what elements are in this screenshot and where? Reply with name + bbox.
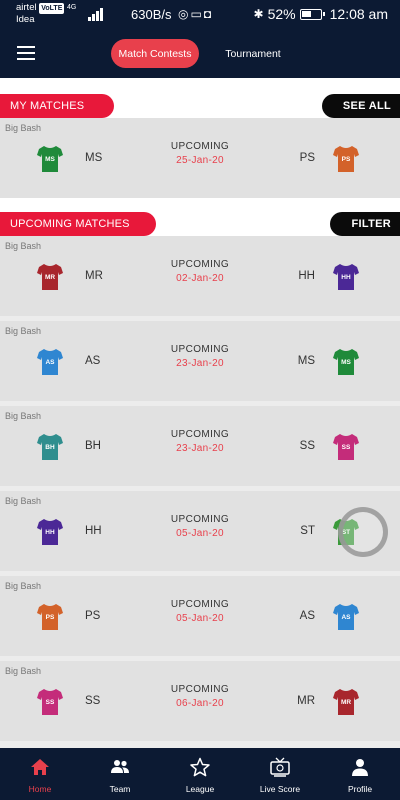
filter-button[interactable]: FILTER [330,212,400,236]
team2-name: MS [297,355,315,367]
team-jersey-icon: HH [333,263,359,291]
team-jersey-icon: MR [333,688,359,716]
team2-name: AS [299,610,315,622]
my-matches-header: MY MATCHES [0,94,114,118]
team2-name: PS [299,152,315,164]
tab-tournament[interactable]: Tournament [218,39,288,68]
profile-icon [352,759,368,776]
team2-name: SS [299,440,315,452]
network-speed: 630B/s [131,7,172,22]
league-name: Big Bash [5,496,42,506]
team-jersey-icon: PS [333,145,359,173]
carrier1: airtel [16,2,37,13]
league-name: Big Bash [5,326,42,336]
upcoming-matches-header: UPCOMING MATCHES [0,212,156,236]
league-name: Big Bash [5,123,42,133]
team2-name: ST [300,525,315,537]
see-all-button[interactable]: SEE ALL [322,94,400,118]
league-name: Big Bash [5,581,42,591]
league-name: Big Bash [5,411,42,421]
bottom-nav: Home Team League Live Score Profile [0,748,400,800]
network-type: 4G [67,4,77,11]
status-bar: airtel VoLTE 4G Idea 630B/s ◎▭◘ ✱ 52% 12… [0,0,400,30]
app-header: Match Contests Tournament [0,30,400,78]
jersey-label: HH [341,274,351,281]
home-icon [31,759,49,775]
clock: 12:08 am [329,6,388,22]
league-name: Big Bash [5,666,42,676]
cast-icon: ▭ [190,7,204,21]
signal-icon [88,7,103,21]
bluetooth-icon: ✱ [253,7,264,21]
nav-label: League [185,784,215,794]
nav-label: Team [109,784,131,794]
team-jersey-icon: AS [333,603,359,631]
match-card[interactable]: Big Bash MR MR UPCOMING 02-Jan-20 HH HH [0,236,400,316]
match-card[interactable]: Big Bash MS MS UPCOMING 25-Jan-20 PS PS [0,118,400,198]
star-icon [190,757,210,777]
team2-name: MR [297,695,315,707]
match-card[interactable]: Big Bash PS PS UPCOMING 05-Jan-20 AS AS [0,576,400,656]
carrier2: Idea [16,14,35,25]
team-jersey-icon: MS [333,348,359,376]
notification-icons: ◎▭◘ [178,7,213,21]
nav-label: Profile [347,784,373,794]
match-card[interactable]: Big Bash SS SS UPCOMING 06-Jan-20 MR MR [0,661,400,741]
tv-icon [270,757,290,777]
nav-live-score[interactable]: Live Score [240,748,320,800]
touch-indicator [338,507,388,557]
team2-name: HH [298,270,315,282]
match-card[interactable]: Big Bash BH BH UPCOMING 23-Jan-20 SS SS [0,406,400,486]
nav-label: Live Score [259,784,301,794]
nav-profile[interactable]: Profile [320,748,400,800]
jersey-label: PS [341,156,351,163]
nav-home[interactable]: Home [0,748,80,800]
team-jersey-icon: SS [333,433,359,461]
lte-badge: VoLTE [39,3,65,14]
nav-league[interactable]: League [160,748,240,800]
menu-icon[interactable] [17,46,35,60]
jersey-label: SS [341,444,351,451]
match-card[interactable]: Big Bash AS AS UPCOMING 23-Jan-20 MS MS [0,321,400,401]
nav-team[interactable]: Team [80,748,160,800]
hotspot-icon: ◎ [178,7,191,21]
instagram-icon: ◘ [203,7,214,21]
battery-icon [299,8,325,20]
carrier-info: airtel VoLTE 4G Idea [16,2,76,25]
tab-match-contests[interactable]: Match Contests [111,39,199,68]
battery-percent: 52% [267,6,296,22]
jersey-label: AS [341,614,351,621]
jersey-label: MR [340,699,352,706]
team-icon [111,760,129,773]
league-name: Big Bash [5,241,42,251]
jersey-label: MS [341,359,351,366]
status-right: ✱ 52% 12:08 am [254,6,388,22]
nav-label: Home [28,784,52,794]
